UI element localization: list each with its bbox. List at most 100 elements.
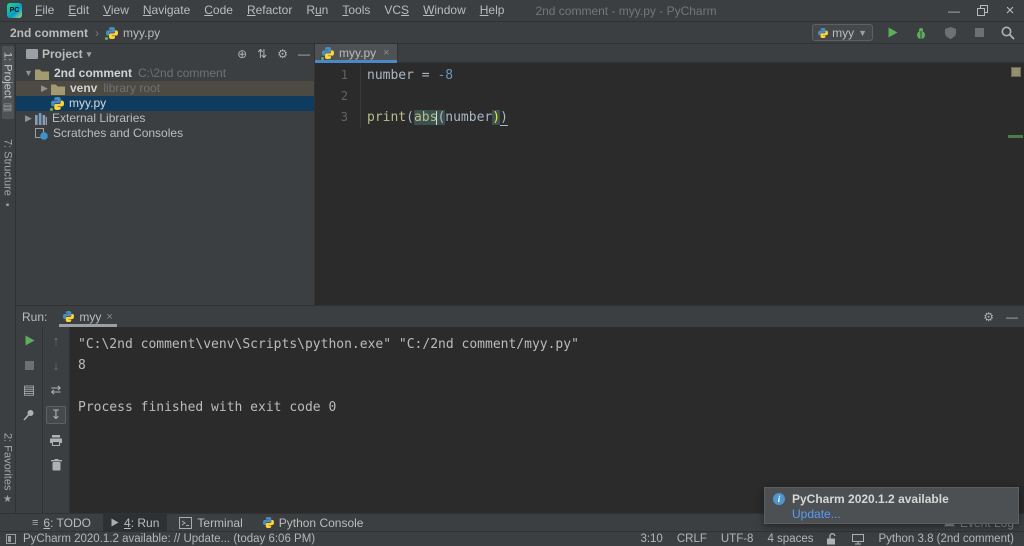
menu-tools[interactable]: Tools (335, 0, 377, 21)
interpreter-widget[interactable]: Python 3.8 (2nd comment) (878, 533, 1014, 545)
tree-right-arrow-icon[interactable]: ▶ (22, 111, 35, 126)
print-button[interactable] (46, 431, 66, 449)
close-tab-icon[interactable]: × (383, 47, 389, 59)
pin-tab-button[interactable] (19, 406, 39, 424)
project-tree: ▼ 2nd comment C:\2nd comment ▶ venv library r… (16, 64, 314, 141)
toolwindow-button-4-run[interactable]: 4: Run (103, 513, 168, 532)
navigation-bar: 2nd comment › myy.py myy ▼ (0, 22, 1024, 44)
minimize-button[interactable]: — (940, 0, 968, 21)
line-separator-widget[interactable]: CRLF (677, 533, 707, 545)
down-stack-trace-button[interactable]: ↓ (46, 356, 66, 374)
code-line-3[interactable]: 3 print(abs(number)) (315, 107, 1024, 128)
project-view-select[interactable]: Project ▾ (26, 47, 91, 61)
menu-view[interactable]: View (96, 0, 136, 21)
console-line: "C:\2nd comment\venv\Scripts\python.exe"… (78, 337, 579, 352)
menu-vcs[interactable]: VCS (377, 0, 416, 21)
tree-item-2nd-comment[interactable]: ▼ 2nd comment C:\2nd comment (16, 66, 314, 81)
tree-item-external-libraries[interactable]: ▶ External Libraries (16, 111, 314, 126)
coverage-button[interactable] (940, 24, 960, 42)
inspection-status-icon[interactable] (1011, 67, 1021, 77)
stripe-favorites-label: 2: Favorites (1, 432, 14, 490)
screen-reader-icon[interactable] (852, 533, 865, 545)
hide-run-button[interactable]: — (1006, 310, 1018, 324)
update-notification[interactable]: i PyCharm 2020.1.2 available Update... (764, 487, 1019, 524)
debug-button[interactable] (911, 24, 931, 42)
stripe-project-button[interactable]: 1: Project ▤ (1, 46, 14, 120)
close-button[interactable]: × (996, 0, 1024, 21)
run-button[interactable] (882, 24, 902, 42)
libraries-icon (35, 112, 47, 125)
terminal-icon (179, 516, 193, 529)
code-line-2[interactable]: 2 (315, 86, 1024, 107)
toolwindow-button-terminal[interactable]: Terminal (171, 514, 250, 532)
notification-update-link[interactable]: Update... (792, 507, 1010, 521)
python-icon (818, 27, 829, 38)
info-icon: i (773, 493, 785, 505)
maximize-button[interactable] (968, 0, 996, 21)
toolwindow-button-python-console[interactable]: Python Console (255, 514, 372, 532)
stripe-structure-button[interactable]: 7: Structure ▪ (2, 133, 14, 217)
restore-layout-button[interactable]: ▤ (19, 381, 39, 399)
tree-item-myy-py[interactable]: myy.py (16, 96, 314, 112)
close-run-tab-icon[interactable]: × (106, 311, 112, 323)
editor-tab-myy[interactable]: myy.py × (315, 44, 398, 63)
stop-button[interactable] (969, 24, 989, 42)
run-header: Run: myy × ⚙ — (16, 306, 1024, 327)
favorites-star-icon: ★ (3, 494, 12, 505)
project-header-label: Project (42, 47, 83, 61)
title-bar: PC File Edit View Navigate Code Refactor Run To… (0, 0, 1024, 22)
stripe-favorites-button[interactable]: 2: Favorites ★ (2, 427, 14, 511)
breadcrumb-project[interactable]: 2nd comment (10, 26, 88, 40)
locate-file-button[interactable]: ⊕ (237, 47, 247, 61)
code-line-1[interactable]: 1 number = -8 (315, 65, 1024, 86)
encoding-widget[interactable]: UTF-8 (721, 533, 754, 545)
hide-project-button[interactable]: — (298, 47, 310, 61)
menu-window[interactable]: Window (416, 0, 473, 21)
menu-file[interactable]: File (28, 0, 61, 21)
run-console-output[interactable]: "C:\2nd comment\venv\Scripts\python.exe"… (70, 327, 1024, 513)
lock-icon[interactable] (827, 533, 838, 545)
soft-wrap-button[interactable]: ⇄ (46, 381, 66, 399)
scroll-to-end-button[interactable]: ↧ (46, 406, 66, 424)
menu-code[interactable]: Code (197, 0, 240, 21)
clear-console-button[interactable] (46, 456, 66, 474)
menu-edit[interactable]: Edit (61, 0, 96, 21)
menu-bar: File Edit View Navigate Code Refactor Run Tools… (28, 0, 511, 21)
structure-stripe-icon: ▪ (5, 200, 10, 212)
project-settings-button[interactable]: ⚙ (277, 47, 288, 61)
tree-item-scratches-and-consoles[interactable]: Scratches and Consoles (16, 126, 314, 141)
menu-run[interactable]: Run (299, 0, 335, 21)
project-tool-window: Project ▾ ⊕ ⇅ ⚙ — ▼ 2nd comment C:\2nd com… (16, 44, 315, 305)
notification-title: PyCharm 2020.1.2 available (792, 492, 949, 506)
window-controls: — × (940, 0, 1024, 21)
stop-process-button[interactable] (19, 356, 39, 374)
collapse-all-button[interactable]: ⇅ (257, 47, 267, 61)
toolwindow-button-6-todo[interactable]: ≡ 6: TODO (24, 514, 99, 532)
rerun-button[interactable] (19, 331, 39, 349)
stripe-project-label: 1: Project (1, 52, 14, 99)
tree-right-arrow-icon[interactable]: ▶ (38, 81, 51, 96)
code-editor[interactable]: 1 number = -8 2 3 print(abs(number)) (315, 63, 1024, 305)
toolwindow-toggle-icon[interactable] (6, 534, 16, 544)
python-icon (262, 517, 274, 528)
search-everywhere-button[interactable] (998, 24, 1018, 42)
status-message[interactable]: PyCharm 2020.1.2 available: // Update...… (23, 533, 315, 545)
menu-refactor[interactable]: Refactor (240, 0, 299, 21)
tree-item-venv[interactable]: ▶ venv library root (16, 81, 314, 96)
run-configuration-select[interactable]: myy ▼ (812, 24, 873, 41)
indent-widget[interactable]: 4 spaces (767, 533, 813, 545)
console-line: 8 (78, 358, 86, 373)
up-stack-trace-button[interactable]: ↑ (46, 331, 66, 349)
menu-navigate[interactable]: Navigate (136, 0, 197, 21)
breadcrumb-file[interactable]: myy.py (123, 26, 160, 40)
run-settings-button[interactable]: ⚙ (983, 310, 994, 324)
modified-badge-icon (104, 35, 110, 41)
menu-help[interactable]: Help (473, 0, 512, 21)
editor-tab-label: myy.py (339, 46, 377, 60)
tree-down-arrow-icon[interactable]: ▼ (22, 66, 35, 81)
run-label: Run: (22, 309, 48, 324)
run-tab-myy[interactable]: myy × (57, 306, 118, 327)
maximize-icon (976, 5, 988, 16)
caret-position-widget[interactable]: 3:10 (640, 533, 662, 545)
